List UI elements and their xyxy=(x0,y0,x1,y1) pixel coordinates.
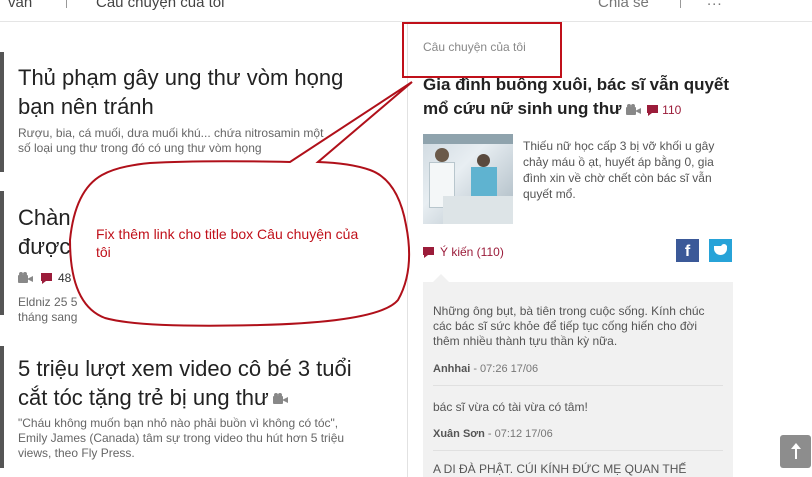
opinion-link[interactable]: Ý kiến (110) xyxy=(423,245,504,259)
comment-text: A DI ĐÀ PHẬT. CÚI KÍNH ĐỨC MẸ QUAN THẾ xyxy=(433,462,687,476)
comments-panel: Những ông bụt, bà tiên trong cuộc sống. … xyxy=(423,274,733,477)
comment-time: - 07:12 17/06 xyxy=(484,428,553,440)
article-description: Rượu, bia, cá muối, dưa muối khú... chứa… xyxy=(18,126,324,155)
nav-divider-right xyxy=(680,0,681,8)
article-thumbnail[interactable] xyxy=(0,52,4,172)
comment-meta: Xuân Sơn - 07:12 17/06 xyxy=(433,428,553,440)
top-nav: văn Câu chuyện của tôi Chia sẻ ... xyxy=(0,0,812,22)
annotation-highlight-box xyxy=(402,22,562,78)
featured-photo[interactable] xyxy=(423,134,513,224)
nav-divider xyxy=(66,0,67,8)
comment-text: Những ông bụt, bà tiên trong cuộc sống. … xyxy=(433,304,705,348)
comment-meta: Anhhai - 07:26 17/06 xyxy=(433,363,538,375)
twitter-icon[interactable] xyxy=(709,239,732,262)
comment-time: - 07:26 17/06 xyxy=(470,363,539,375)
featured-title-text[interactable]: Gia đình buông xuôi, bác sĩ vẫn quyết mổ… xyxy=(423,75,729,118)
article-thumbnail[interactable] xyxy=(0,191,4,315)
more-menu-button[interactable]: ... xyxy=(707,0,723,9)
featured-summary: Thiếu nữ học cấp 3 bị vỡ khối u gây chảy… xyxy=(523,139,715,201)
comment-divider xyxy=(433,385,723,386)
camera-icon xyxy=(626,103,643,115)
comment-author[interactable]: Xuân Sơn xyxy=(433,428,485,440)
my-story-box: Câu chuyện của tôi Gia đình buông xuôi, … xyxy=(408,23,748,477)
featured-title-icons: 110 xyxy=(626,98,681,122)
scroll-top-button[interactable] xyxy=(780,435,811,468)
article-description: "Cháu không muốn bạn nhỏ nào phải buồn v… xyxy=(18,416,345,460)
article-thumbnail[interactable] xyxy=(0,346,4,468)
comment-author[interactable]: Anhhai xyxy=(433,363,470,375)
annotation-text: Fix thêm link cho title box Câu chuyện c… xyxy=(96,226,359,260)
facebook-icon[interactable]: f xyxy=(676,239,699,262)
nav-left-text[interactable]: văn xyxy=(8,0,32,11)
comment-text: bác sĩ vừa có tài vừa có tâm! xyxy=(433,400,588,414)
opinion-label[interactable]: Ý kiến (110) xyxy=(440,245,504,259)
comment-count[interactable]: 48 xyxy=(58,271,71,285)
article-title[interactable]: 5 triệu lượt xem video cô bé 3 tuổi cắt … xyxy=(18,354,368,412)
comment-icon xyxy=(423,247,434,258)
comment-divider xyxy=(433,450,723,451)
article-meta: 48 xyxy=(18,271,71,285)
nav-tab-my-story[interactable]: Câu chuyện của tôi xyxy=(96,0,224,11)
camera-icon xyxy=(18,272,35,283)
comment-icon xyxy=(647,104,659,116)
comments-pointer xyxy=(433,274,449,282)
featured-comment-count[interactable]: 110 xyxy=(662,98,681,122)
featured-title[interactable]: Gia đình buông xuôi, bác sĩ vẫn quyết mổ… xyxy=(423,73,733,122)
article-byline: Eldniz 25 5 tháng sang xyxy=(18,295,78,324)
article-title-text[interactable]: 5 triệu lượt xem video cô bé 3 tuổi cắt … xyxy=(18,356,352,410)
article-title[interactable]: Thủ phạm gây ung thư vòm họng bạn nên tr… xyxy=(18,63,368,121)
share-link[interactable]: Chia sẻ xyxy=(598,0,649,11)
comment-icon xyxy=(41,273,52,284)
camera-icon xyxy=(272,393,290,405)
